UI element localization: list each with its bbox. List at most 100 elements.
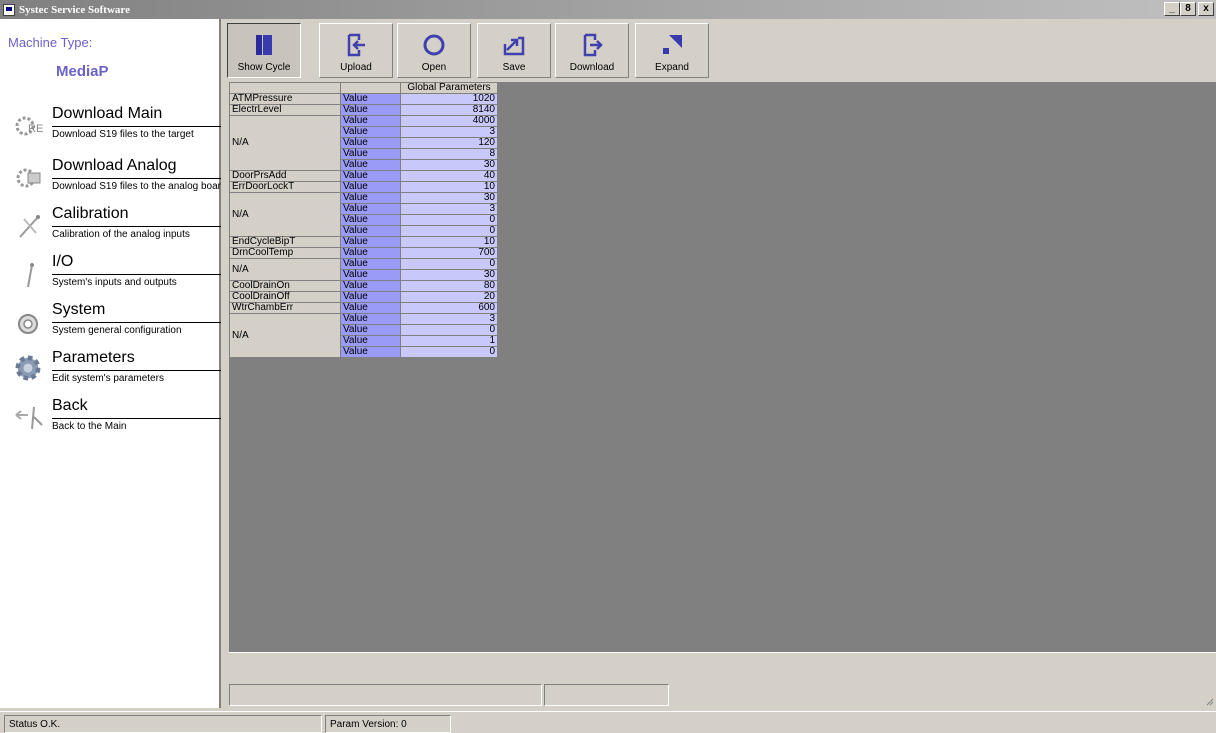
parameter-name-cell: DrnCoolTemp bbox=[229, 247, 341, 259]
divider bbox=[52, 274, 221, 275]
parameter-value-cell[interactable]: 120 bbox=[400, 137, 498, 149]
toolbar-button-label: Expand bbox=[655, 62, 689, 73]
parameter-value-cell[interactable]: 80 bbox=[400, 280, 498, 292]
table-row[interactable]: DoorPrsAdd Value 40 bbox=[229, 170, 498, 182]
sidebar-item-desc: Download S19 files to the analog boar bbox=[52, 181, 221, 192]
sidebar-item-download-main[interactable]: RE Download Main Download S19 files to t… bbox=[0, 105, 221, 149]
value-label-cell: Value bbox=[340, 225, 401, 237]
expand-icon bbox=[663, 35, 682, 54]
expand-button[interactable]: Expand bbox=[635, 23, 709, 78]
sidebar-item-label: Download Main bbox=[52, 105, 163, 122]
maximize-button[interactable]: 8 bbox=[1180, 2, 1196, 16]
table-row[interactable]: N/A Value 0 bbox=[229, 258, 498, 281]
parameter-value-cell[interactable]: 1 bbox=[400, 335, 498, 347]
value-label-cell: Value bbox=[340, 181, 401, 193]
sidebar-item-back[interactable]: Back Back to the Main bbox=[0, 397, 221, 441]
parameter-name-cell: N/A bbox=[229, 115, 341, 171]
sidebar: Machine Type: MediaP RE Download Main Do… bbox=[0, 19, 221, 708]
parameter-value-cell[interactable]: 4000 bbox=[400, 115, 498, 127]
sidebar-item-parameters[interactable]: Parameters Edit system's parameters bbox=[0, 349, 221, 393]
value-label-cell: Value bbox=[340, 192, 401, 204]
resize-grip-icon[interactable] bbox=[1204, 696, 1214, 706]
value-label-cell: Value bbox=[340, 269, 401, 281]
parameter-value-cell[interactable]: 30 bbox=[400, 269, 498, 281]
parameter-value-cell[interactable]: 8 bbox=[400, 148, 498, 160]
table-row[interactable]: ATMPressure Value 1020 bbox=[229, 93, 498, 105]
table-row[interactable]: N/A Value 4000 bbox=[229, 115, 498, 171]
sidebar-item-io[interactable]: I/O System's inputs and outputs bbox=[0, 253, 221, 297]
parameter-name-cell: CoolDrainOn bbox=[229, 280, 341, 292]
divider bbox=[52, 322, 221, 323]
table-row[interactable]: N/A Value 30 bbox=[229, 192, 498, 237]
open-button[interactable]: Open bbox=[397, 23, 471, 78]
parameter-value-cell[interactable]: 0 bbox=[400, 225, 498, 237]
divider bbox=[52, 418, 221, 419]
table-row[interactable]: CoolDrainOff Value 20 bbox=[229, 291, 498, 303]
value-label-cell: Value bbox=[340, 148, 401, 160]
table-row[interactable]: DrnCoolTemp Value 700 bbox=[229, 247, 498, 259]
table-row[interactable]: CoolDrainOn Value 80 bbox=[229, 280, 498, 292]
parameter-value-cell[interactable]: 0 bbox=[400, 258, 498, 270]
save-button[interactable]: Save bbox=[477, 23, 551, 78]
divider bbox=[52, 226, 221, 227]
value-label-cell: Value bbox=[340, 170, 401, 182]
sidebar-item-download-analog[interactable]: Download Analog Download S19 files to th… bbox=[0, 157, 221, 201]
value-label-cell: Value bbox=[340, 137, 401, 149]
value-label-cell: Value bbox=[340, 214, 401, 226]
parameter-name-cell: EndCycleBipT bbox=[229, 236, 341, 248]
parameter-value-cell[interactable]: 40 bbox=[400, 170, 498, 182]
parameter-name-cell: ATMPressure bbox=[229, 93, 341, 105]
parameter-name-cell: N/A bbox=[229, 313, 341, 358]
toolbar-button-label: Open bbox=[421, 62, 447, 73]
close-button[interactable]: x bbox=[1198, 2, 1214, 16]
sidebar-item-desc: System's inputs and outputs bbox=[52, 277, 177, 288]
minimize-button[interactable]: _ bbox=[1164, 2, 1180, 16]
open-icon bbox=[423, 34, 445, 56]
toolbar-button-label: Download bbox=[569, 62, 615, 73]
parameter-value-cell[interactable]: 20 bbox=[400, 291, 498, 303]
sidebar-item-desc: Download S19 files to the target bbox=[52, 129, 194, 140]
parameter-value-cell[interactable]: 10 bbox=[400, 236, 498, 248]
sidebar-item-label: System bbox=[52, 301, 106, 318]
value-label-cell: Value bbox=[340, 115, 401, 127]
column-header-global-parameters: Global Parameters bbox=[400, 82, 498, 94]
toolbar-button-label: Save bbox=[502, 62, 526, 73]
app-window: Systec Service Software _ 8 x Machine Ty… bbox=[0, 0, 1216, 733]
parameters-icon bbox=[15, 355, 41, 381]
parameter-value-cell[interactable]: 1020 bbox=[400, 93, 498, 105]
show-cycle-button[interactable]: Show Cycle bbox=[227, 23, 301, 78]
sidebar-item-calibration[interactable]: Calibration Calibration of the analog in… bbox=[0, 205, 221, 249]
title-bar[interactable]: Systec Service Software _ 8 x bbox=[0, 0, 1216, 19]
sidebar-item-system[interactable]: System System general configuration bbox=[0, 301, 221, 345]
parameter-value-cell[interactable]: 0 bbox=[400, 346, 498, 358]
table-row[interactable]: ErrDoorLockT Value 10 bbox=[229, 181, 498, 193]
parameter-value-cell[interactable]: 8140 bbox=[400, 104, 498, 116]
parameter-value-cell[interactable]: 3 bbox=[400, 313, 498, 325]
parameter-name-cell: N/A bbox=[229, 258, 341, 281]
parameter-value-cell[interactable]: 600 bbox=[400, 302, 498, 314]
header-cell bbox=[229, 82, 341, 94]
upload-button[interactable]: Upload bbox=[319, 23, 393, 78]
table-row[interactable]: WtrChambErr Value 600 bbox=[229, 302, 498, 314]
table-row[interactable]: N/A Value 3 bbox=[229, 313, 498, 358]
divider bbox=[52, 126, 221, 127]
value-label-cell: Value bbox=[340, 247, 401, 259]
download-button[interactable]: Download bbox=[555, 23, 629, 78]
value-label-cell: Value bbox=[340, 335, 401, 347]
parameter-value-cell[interactable]: 10 bbox=[400, 181, 498, 193]
param-version: Param Version: 0 bbox=[325, 715, 451, 733]
toolbar-button-label: Upload bbox=[340, 62, 372, 73]
parameter-value-cell[interactable]: 700 bbox=[400, 247, 498, 259]
parameters-grid-area: Global Parameters ATMPressure Value 1020 El… bbox=[229, 82, 1216, 652]
parameter-value-cell[interactable]: 30 bbox=[400, 192, 498, 204]
parameter-value-cell[interactable]: 3 bbox=[400, 203, 498, 215]
toolbar: Show Cycle Upload Open Save Download Exp… bbox=[225, 21, 1216, 79]
upload-icon bbox=[347, 33, 365, 57]
parameter-value-cell[interactable]: 0 bbox=[400, 214, 498, 226]
table-row[interactable]: ElectrLevel Value 8140 bbox=[229, 104, 498, 116]
parameter-value-cell[interactable]: 3 bbox=[400, 126, 498, 138]
parameter-value-cell[interactable]: 30 bbox=[400, 159, 498, 171]
table-row[interactable]: EndCycleBipT Value 10 bbox=[229, 236, 498, 248]
parameter-value-cell[interactable]: 0 bbox=[400, 324, 498, 336]
parameters-table[interactable]: Global Parameters ATMPressure Value 1020 El… bbox=[229, 82, 498, 358]
